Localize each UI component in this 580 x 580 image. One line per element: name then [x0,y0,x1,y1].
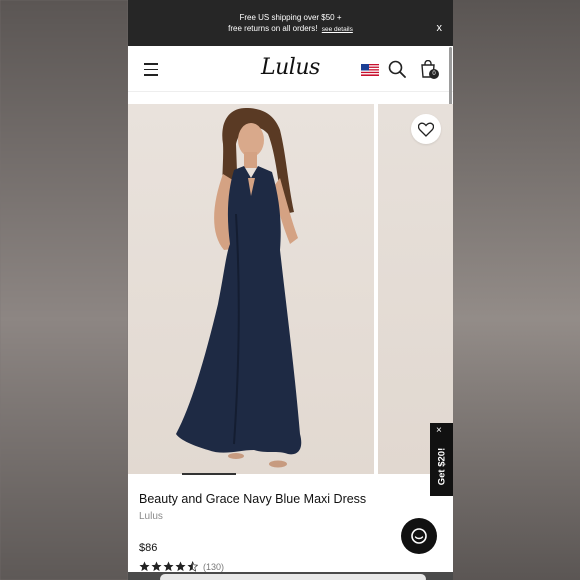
wishlist-heart-button[interactable] [411,114,441,144]
promo-line1: Free US shipping over $50 + [239,12,342,22]
model-in-dress-image [176,108,302,468]
promo-banner: Free US shipping over $50 + free returns… [128,0,453,46]
us-flag-icon[interactable] [361,64,379,76]
get-20-close-icon[interactable]: × [436,426,442,436]
promo-line2-wrap: free returns on all orders! see details [228,23,353,35]
bag-count-badge: 0 [429,69,439,79]
site-header: Lulus 0 [128,46,453,92]
carousel-indicator [182,473,236,475]
heart-icon [418,122,434,137]
half-star-icon [187,561,198,572]
logo[interactable]: Lulus [261,55,320,80]
chat-button[interactable] [401,518,437,554]
star-icon [151,561,162,572]
product-image-carousel[interactable] [128,104,453,474]
star-icon [163,561,174,572]
product-price: $86 [139,542,158,554]
chat-icon [411,528,427,544]
see-details-link[interactable]: see details [322,26,353,33]
get-20-label[interactable]: Get $20! [437,437,448,497]
product-brand[interactable]: Lulus [139,511,163,522]
product-image-next[interactable] [378,104,453,474]
product-title: Beauty and Grace Navy Blue Maxi Dress [139,492,367,506]
product-rating[interactable]: (130) [139,561,224,572]
menu-icon[interactable] [144,63,158,76]
promo-close-button[interactable]: x [437,23,443,34]
bottom-address-pill[interactable] [160,574,426,580]
product-info: Beauty and Grace Navy Blue Maxi Dress Lu… [128,476,453,580]
product-image-main[interactable] [128,104,374,474]
scrollbar[interactable] [449,47,452,109]
star-icon [175,561,186,572]
background-right [453,0,580,580]
phone-screen: Free US shipping over $50 + free returns… [128,0,453,580]
review-count[interactable]: (130) [203,562,224,572]
search-icon[interactable] [388,60,406,78]
background-left [0,0,128,580]
get-20-tab[interactable]: × Get $20! [430,423,453,496]
star-icon [139,561,150,572]
promo-line2: free returns on all orders! [228,23,318,33]
